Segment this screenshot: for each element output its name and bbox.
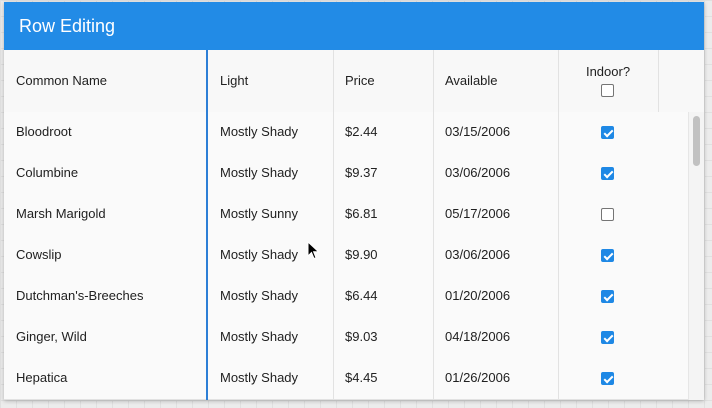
cell-common-name[interactable]: Ginger, Wild xyxy=(4,317,206,357)
cell-price[interactable]: $9.03 xyxy=(333,317,433,357)
column-header-available[interactable]: Available xyxy=(433,50,558,112)
table-row[interactable]: Cowslip Mostly Shady $9.90 03/06/2006 xyxy=(4,235,688,277)
indoor-checkbox[interactable] xyxy=(601,126,614,139)
indoor-checkbox[interactable] xyxy=(601,290,614,303)
table-row[interactable]: Dutchman's-Breeches Mostly Shady $6.44 01/2… xyxy=(4,276,688,318)
column-divider xyxy=(333,50,334,400)
vertical-scrollbar[interactable] xyxy=(688,112,704,400)
mouse-pointer-icon xyxy=(307,241,320,260)
cell-light[interactable]: Mostly Shady xyxy=(208,358,333,398)
cell-available[interactable]: 01/20/2006 xyxy=(433,276,558,316)
column-divider xyxy=(433,50,434,400)
cell-available[interactable]: 05/17/2006 xyxy=(433,194,558,234)
table-row[interactable]: Ginger, Wild Mostly Shady $9.03 04/18/2006 xyxy=(4,317,688,359)
column-divider xyxy=(558,50,559,400)
cell-available[interactable]: 03/15/2006 xyxy=(433,112,558,152)
cell-price[interactable]: $6.44 xyxy=(333,276,433,316)
indoor-checkbox[interactable] xyxy=(601,372,614,385)
column-header-light[interactable]: Light xyxy=(208,50,333,112)
table-row[interactable]: Marsh Marigold Mostly Sunny $6.81 05/17/200… xyxy=(4,194,688,236)
cell-common-name[interactable]: Marsh Marigold xyxy=(4,194,206,234)
table-row[interactable]: Hepatica Mostly Shady $4.45 01/26/2006 xyxy=(4,358,688,400)
cell-price[interactable]: $2.44 xyxy=(333,112,433,152)
cell-available[interactable]: 01/26/2006 xyxy=(433,358,558,398)
table-row[interactable]: Bloodroot Mostly Shady $2.44 03/15/2006 xyxy=(4,112,688,154)
row-editing-panel: Row Editing Common Name Light Price Avai… xyxy=(4,2,704,400)
cell-light[interactable]: Mostly Shady xyxy=(208,276,333,316)
cell-common-name[interactable]: Bloodroot xyxy=(4,112,206,152)
cell-price[interactable]: $6.81 xyxy=(333,194,433,234)
data-grid: Common Name Light Price Available Indoor… xyxy=(4,50,704,400)
cell-price[interactable]: $9.90 xyxy=(333,235,433,275)
cell-common-name[interactable]: Dutchman's-Breeches xyxy=(4,276,206,316)
select-all-indoor-checkbox[interactable] xyxy=(601,84,614,97)
column-header-common-name[interactable]: Common Name xyxy=(4,50,206,112)
cell-light[interactable]: Mostly Shady xyxy=(208,112,333,152)
indoor-checkbox[interactable] xyxy=(601,208,614,221)
cell-common-name[interactable]: Cowslip xyxy=(4,235,206,275)
column-header-price[interactable]: Price xyxy=(333,50,433,112)
panel-title: Row Editing xyxy=(4,2,704,50)
cell-light[interactable]: Mostly Shady xyxy=(208,317,333,357)
frozen-column-separator xyxy=(206,50,208,400)
cell-available[interactable]: 04/18/2006 xyxy=(433,317,558,357)
column-header-indoor[interactable]: Indoor? xyxy=(558,64,658,79)
cell-light[interactable]: Mostly Sunny xyxy=(208,194,333,234)
indoor-checkbox[interactable] xyxy=(601,249,614,262)
cell-price[interactable]: $4.45 xyxy=(333,358,433,398)
grid-header: Common Name Light Price Available Indoor… xyxy=(4,50,704,113)
scrollbar-thumb[interactable] xyxy=(693,116,700,166)
column-divider xyxy=(658,50,659,112)
cell-price[interactable]: $9.37 xyxy=(333,153,433,193)
cell-common-name[interactable]: Hepatica xyxy=(4,358,206,398)
cell-available[interactable]: 03/06/2006 xyxy=(433,235,558,275)
table-row[interactable]: Columbine Mostly Shady $9.37 03/06/2006 xyxy=(4,153,688,195)
indoor-checkbox[interactable] xyxy=(601,331,614,344)
indoor-checkbox[interactable] xyxy=(601,167,614,180)
cell-light[interactable]: Mostly Shady xyxy=(208,153,333,193)
cell-common-name[interactable]: Columbine xyxy=(4,153,206,193)
cell-available[interactable]: 03/06/2006 xyxy=(433,153,558,193)
